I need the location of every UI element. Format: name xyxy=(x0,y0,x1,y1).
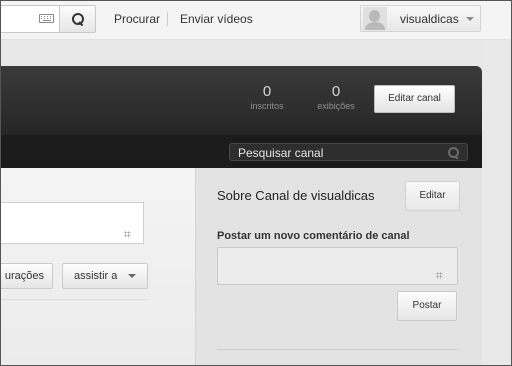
masthead: Procurar Enviar vídeos visualdicas xyxy=(0,0,512,40)
nav-upload-link[interactable]: Enviar vídeos xyxy=(180,12,253,26)
channel-search-placeholder: Pesquisar canal xyxy=(238,146,324,160)
subscribers-count: 0 xyxy=(262,83,272,100)
channel-comment-textarea[interactable] xyxy=(217,247,458,285)
user-name: visualdicas xyxy=(400,12,459,26)
subscribers-label: inscritos xyxy=(250,101,284,111)
views-label: exibições xyxy=(317,101,355,111)
search-icon[interactable] xyxy=(448,147,460,159)
nav-browse-link[interactable]: Procurar xyxy=(114,12,160,26)
avatar xyxy=(363,7,387,30)
divider xyxy=(217,349,460,350)
channel-header: 0 inscritos 0 exibições Editar canal xyxy=(0,66,482,135)
views-stat: 0 exibições xyxy=(313,83,359,112)
post-comment-button[interactable]: Postar xyxy=(397,291,457,321)
search-icon xyxy=(71,13,84,25)
right-panel: Sobre Canal de visualdicas Editar Postar… xyxy=(195,168,482,366)
chevron-down-icon xyxy=(128,274,136,278)
page-gutter xyxy=(482,40,512,366)
resize-grip-icon[interactable] xyxy=(124,231,131,238)
user-menu-button[interactable]: visualdicas xyxy=(360,5,481,32)
resize-grip-icon[interactable] xyxy=(436,272,443,279)
comment-textarea[interactable] xyxy=(0,202,144,244)
left-panel: urações assistir a xyxy=(0,168,195,366)
edit-about-button[interactable]: Editar xyxy=(405,181,460,211)
edit-channel-button[interactable]: Editar canal xyxy=(374,85,455,113)
channel-subbar: Pesquisar canal xyxy=(0,135,482,168)
views-count: 0 xyxy=(331,83,341,100)
divider xyxy=(0,299,148,300)
about-title: Sobre Canal de visualdicas xyxy=(217,188,375,203)
search-button[interactable] xyxy=(59,5,96,33)
watch-dropdown-button[interactable]: assistir a xyxy=(62,263,148,289)
nav-separator xyxy=(167,12,168,26)
subscribers-stat: 0 inscritos xyxy=(244,83,290,112)
watch-label: assistir a xyxy=(74,270,118,282)
channel-search-input[interactable]: Pesquisar canal xyxy=(229,143,468,161)
keyboard-icon[interactable] xyxy=(39,14,54,23)
chevron-down-icon xyxy=(466,17,474,21)
settings-button[interactable]: urações xyxy=(0,263,53,289)
post-comment-heading: Postar um novo comentário de canal xyxy=(217,230,410,242)
